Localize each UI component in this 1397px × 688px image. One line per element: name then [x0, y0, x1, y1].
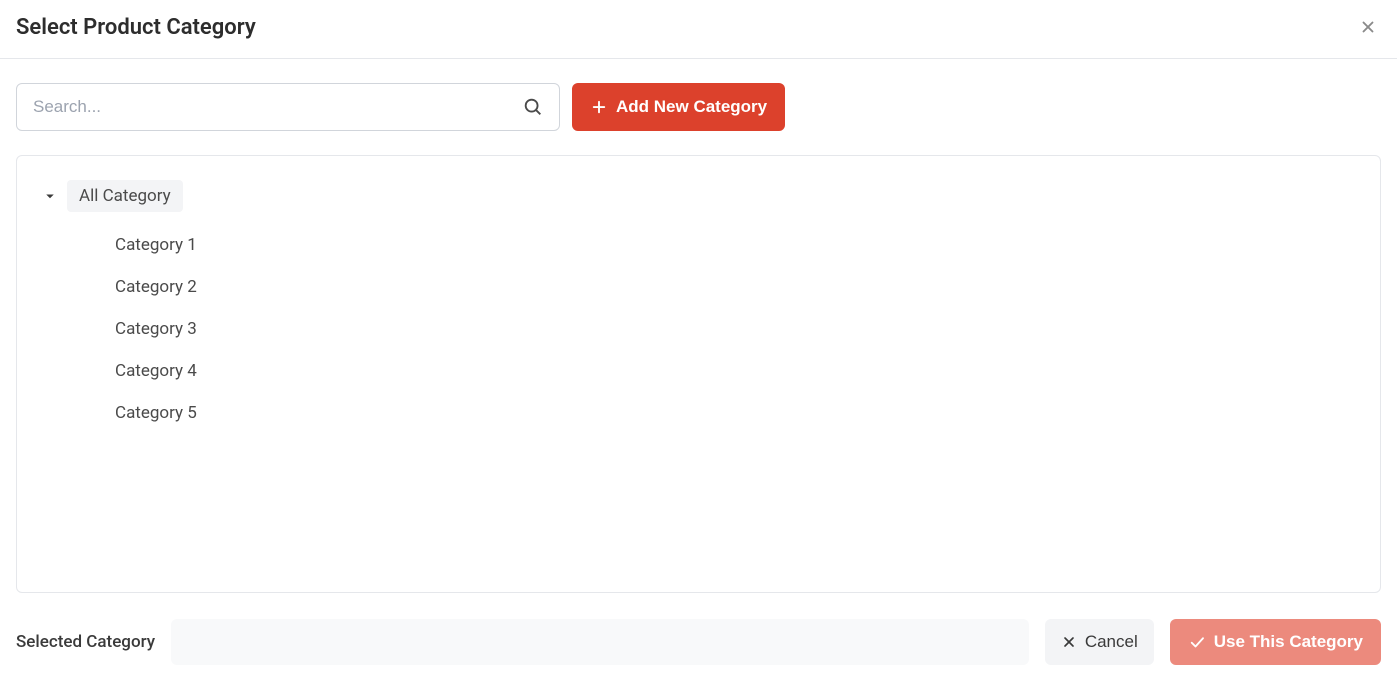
tree-item[interactable]: Category 1 [115, 224, 1356, 266]
tree-item[interactable]: Category 5 [115, 392, 1356, 434]
category-tree: All Category Category 1 Category 2 Categ… [16, 155, 1381, 593]
tree-item[interactable]: Category 4 [115, 350, 1356, 392]
close-button[interactable] [1355, 14, 1381, 40]
selected-category-label: Selected Category [16, 632, 155, 652]
search-icon[interactable] [522, 96, 544, 118]
plus-icon [590, 98, 608, 116]
use-category-button[interactable]: Use This Category [1170, 619, 1381, 665]
chevron-down-icon [41, 187, 59, 205]
cancel-button[interactable]: Cancel [1045, 619, 1154, 665]
expand-toggle[interactable] [41, 187, 59, 205]
search-container [16, 83, 560, 131]
add-category-button[interactable]: Add New Category [572, 83, 785, 131]
check-icon [1188, 633, 1206, 651]
root-category-label[interactable]: All Category [67, 180, 183, 212]
top-controls: Add New Category [16, 83, 1381, 131]
tree-item[interactable]: Category 3 [115, 308, 1356, 350]
selected-category-value [171, 619, 1029, 665]
tree-item[interactable]: Category 2 [115, 266, 1356, 308]
modal-body: Add New Category All Category Category 1… [0, 59, 1397, 609]
cancel-label: Cancel [1085, 632, 1138, 652]
x-icon [1061, 634, 1077, 650]
modal-footer: Selected Category Cancel Use This Catego… [0, 609, 1397, 675]
modal-title: Select Product Category [16, 15, 256, 40]
close-icon [1359, 18, 1377, 36]
tree-root: All Category [41, 180, 1356, 212]
search-input[interactable] [16, 83, 560, 131]
tree-children: Category 1 Category 2 Category 3 Categor… [41, 224, 1356, 434]
add-category-label: Add New Category [616, 97, 767, 117]
modal-header: Select Product Category [0, 0, 1397, 59]
use-category-label: Use This Category [1214, 632, 1363, 652]
